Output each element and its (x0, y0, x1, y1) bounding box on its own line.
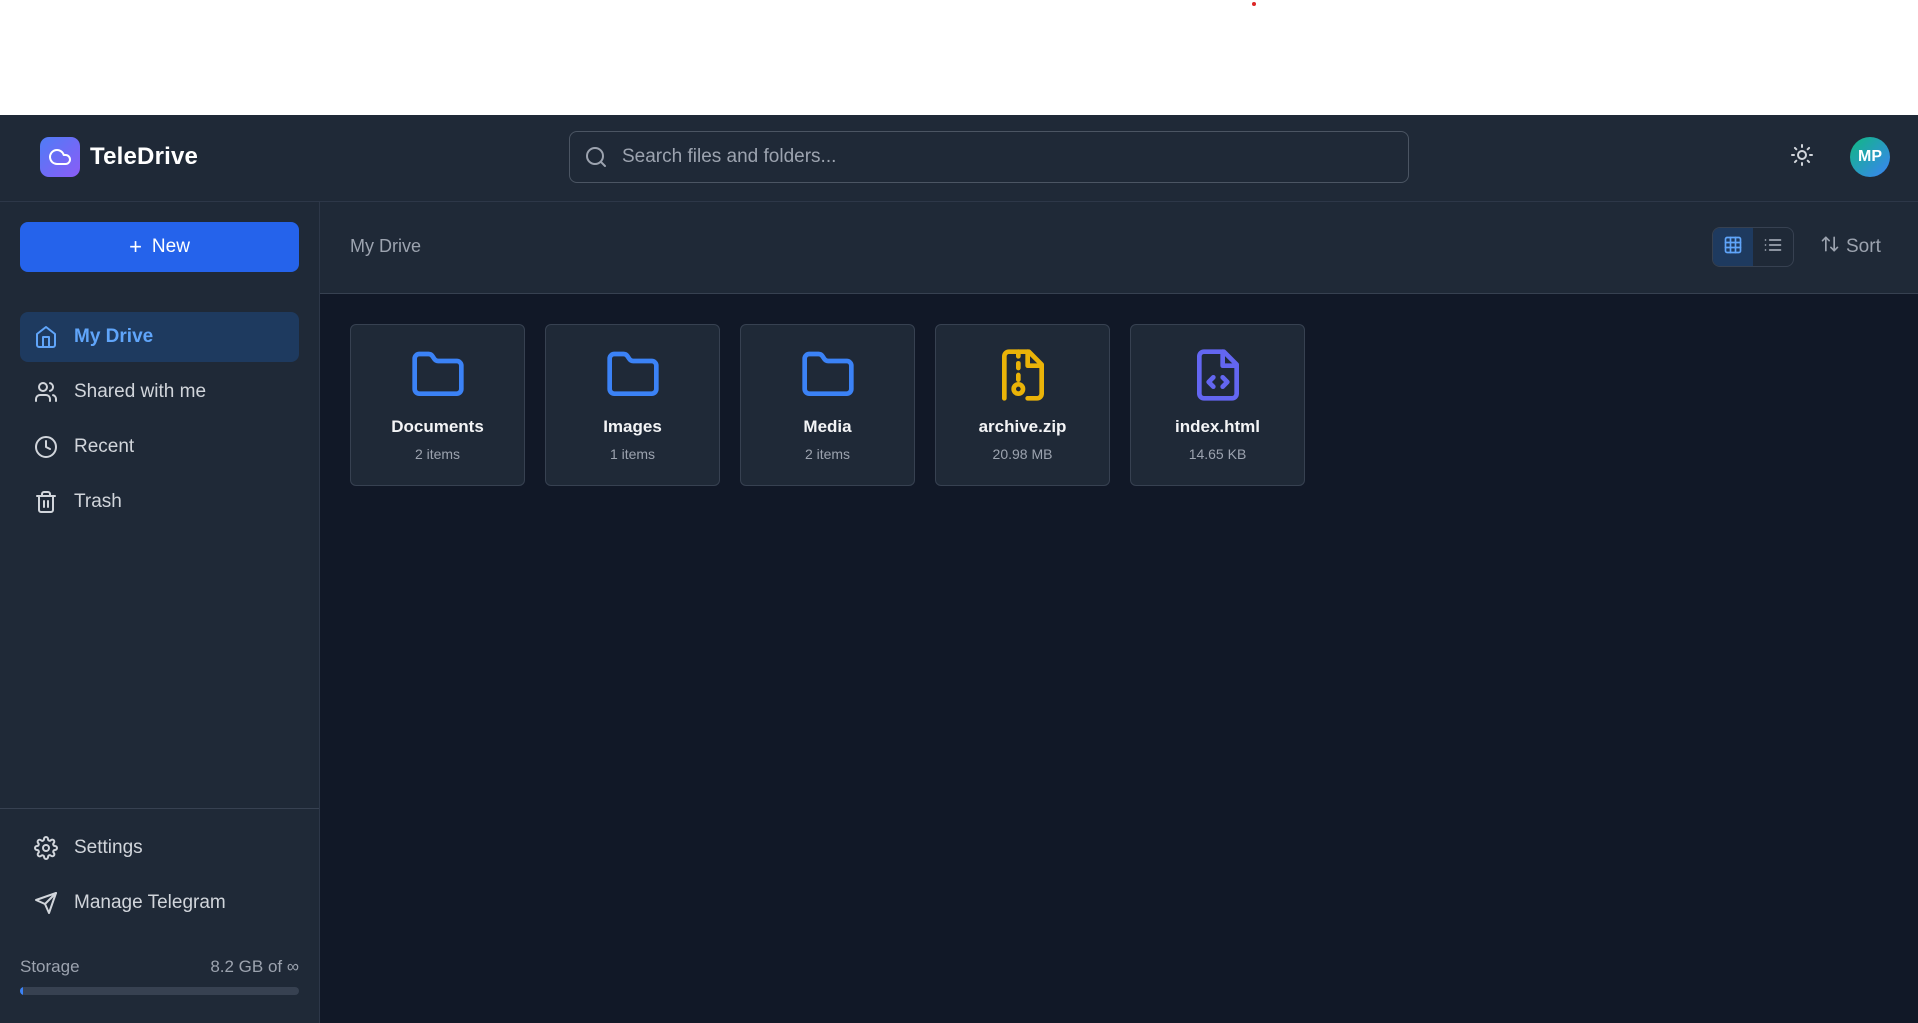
sidebar-item-label: Settings (74, 837, 143, 858)
file-name: Documents (391, 417, 484, 436)
file-name: archive.zip (978, 417, 1067, 436)
folder-card-documents[interactable]: Documents 2 items (350, 324, 525, 486)
file-name: Media (803, 417, 852, 436)
storage-indicator: Storage 8.2 GB of ∞ (20, 957, 299, 995)
file-name: Images (603, 417, 662, 436)
sidebar: + New My Drive Shared with me Recent Tra… (0, 202, 320, 1023)
file-name: index.html (1174, 417, 1260, 436)
trash-icon (34, 490, 58, 514)
sidebar-item-label: Shared with me (74, 381, 207, 402)
sidebar-item-shared[interactable]: Shared with me (20, 367, 299, 417)
folder-icon (605, 347, 661, 403)
send-icon (34, 891, 58, 915)
search-bar[interactable] (569, 131, 1409, 183)
sidebar-nav: My Drive Shared with me Recent Trash (20, 312, 299, 532)
list-view-button[interactable] (1753, 228, 1793, 266)
sidebar-item-label: Recent (74, 436, 135, 457)
file-card-index-html[interactable]: index.html 14.65 KB (1130, 324, 1305, 486)
file-code-icon (1190, 347, 1246, 403)
avatar[interactable]: MP (1850, 137, 1890, 177)
users-icon (34, 380, 58, 404)
logo[interactable]: TeleDrive (40, 137, 198, 177)
sort-icon (1820, 234, 1840, 260)
sidebar-item-my-drive[interactable]: My Drive (20, 312, 299, 362)
search-input[interactable] (620, 136, 1408, 178)
file-meta: 1 items (609, 446, 656, 462)
sun-icon (1790, 143, 1814, 172)
plus-icon: + (129, 234, 142, 259)
home-icon (34, 325, 58, 349)
gear-icon (34, 836, 58, 860)
storage-bar-fill (20, 987, 23, 995)
file-meta: 20.98 MB (992, 446, 1053, 462)
list-icon (1763, 235, 1783, 260)
sidebar-item-trash[interactable]: Trash (20, 477, 299, 527)
sidebar-bottom-nav: Settings Manage Telegram (20, 823, 299, 933)
file-archive-icon (995, 347, 1051, 403)
sidebar-item-settings[interactable]: Settings (20, 823, 299, 873)
file-meta: 2 items (804, 446, 851, 462)
storage-label: Storage (20, 957, 80, 976)
search-icon (584, 145, 608, 169)
breadcrumb[interactable]: My Drive (350, 236, 421, 257)
view-toggle (1712, 227, 1794, 267)
theme-toggle-button[interactable] (1788, 143, 1816, 171)
sidebar-item-label: Manage Telegram (74, 892, 226, 913)
cloud-icon (40, 137, 80, 177)
new-button-label: New (151, 236, 190, 257)
file-card-archive-zip[interactable]: archive.zip 20.98 MB (935, 324, 1110, 486)
folder-icon (800, 347, 856, 403)
sidebar-bottom: Settings Manage Telegram Storage 8.2 GB … (0, 808, 319, 995)
sidebar-item-label: My Drive (74, 326, 154, 347)
file-meta: 2 items (414, 446, 461, 462)
folder-card-images[interactable]: Images 1 items (545, 324, 720, 486)
folder-card-media[interactable]: Media 2 items (740, 324, 915, 486)
app-name: TeleDrive (90, 143, 199, 170)
blank-area (0, 0, 1918, 115)
file-grid: Documents 2 items Images 1 items Media 2… (350, 324, 1325, 486)
folder-icon (410, 347, 466, 403)
clock-icon (34, 435, 58, 459)
red-dot (1252, 2, 1256, 6)
header: TeleDrive MP (0, 115, 1918, 202)
storage-bar (20, 987, 299, 995)
content-toolbar: My Drive Sort (320, 202, 1918, 294)
sidebar-item-label: Trash (74, 491, 122, 512)
grid-view-button[interactable] (1713, 228, 1753, 266)
app-window: TeleDrive MP + New (0, 115, 1918, 1023)
sort-button[interactable]: Sort (1820, 227, 1881, 267)
sidebar-item-manage-telegram[interactable]: Manage Telegram (20, 878, 299, 928)
file-meta: 14.65 KB (1188, 446, 1247, 462)
sort-label: Sort (1846, 236, 1881, 257)
new-button[interactable]: + New (20, 222, 299, 272)
sidebar-item-recent[interactable]: Recent (20, 422, 299, 472)
storage-value: 8.2 GB of ∞ (210, 957, 299, 976)
grid-icon (1723, 235, 1743, 260)
